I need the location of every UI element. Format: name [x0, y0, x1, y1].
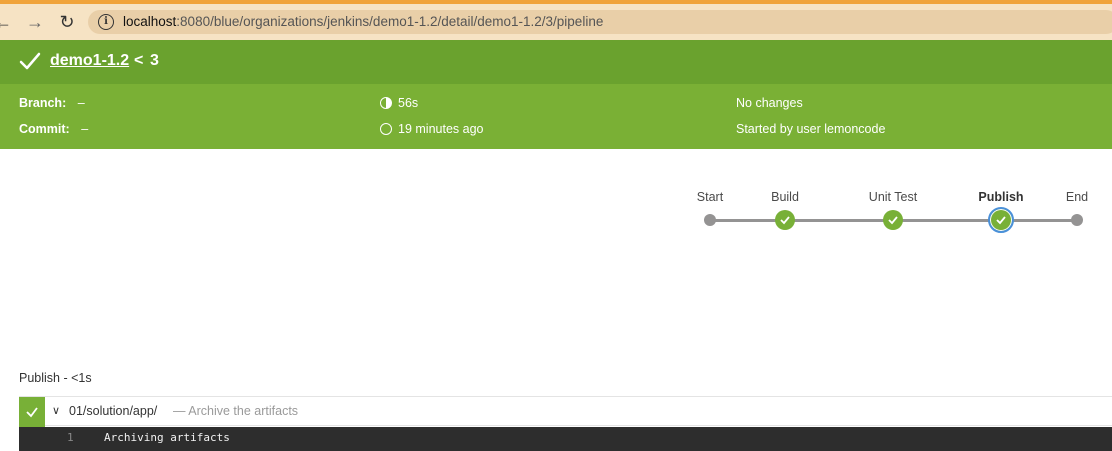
check-icon [996, 216, 1006, 225]
step-directory: 01/solution/app/ [69, 404, 158, 418]
check-icon [780, 216, 790, 225]
reload-icon[interactable]: ↻ [56, 10, 78, 34]
stage-label-build: Build [771, 190, 799, 204]
log-line-text: Archiving artifacts [104, 431, 230, 444]
duration-icon [380, 97, 392, 109]
publish-stage-node[interactable] [988, 207, 1014, 233]
log-output: 1 Archiving artifacts [19, 427, 1112, 451]
forward-icon[interactable]: → [24, 10, 46, 34]
stage-label-end: End [1065, 190, 1089, 204]
step-description: — Archive the artifacts [173, 404, 299, 418]
browser-toolbar: ← → ↻ i localhost:8080/blue/organization… [0, 4, 1112, 40]
branch-info: Branch: – [19, 96, 85, 110]
url-text: localhost:8080/blue/organizations/jenkin… [123, 14, 604, 29]
success-check-icon [19, 52, 41, 70]
chevron-down-icon[interactable]: ∨ [52, 404, 60, 417]
unit-test-stage-node[interactable] [883, 210, 903, 230]
start-node [704, 214, 716, 226]
run-header: demo1-1.2 < 3 [0, 40, 1112, 84]
commit-info: Commit: – [19, 122, 89, 136]
stage-label-start: Start [696, 190, 724, 204]
started-by-info: Started by user lemoncode [736, 122, 886, 136]
clock-icon [380, 123, 392, 135]
step-title: Publish - <1s [19, 371, 92, 385]
run-number: 3 [150, 52, 159, 69]
back-icon[interactable]: ← [0, 10, 14, 34]
time-info: 19 minutes ago [380, 122, 483, 136]
site-info-icon[interactable]: i [98, 14, 114, 30]
pipeline-name-link[interactable]: demo1-1.2 [50, 52, 129, 70]
stage-label-publish: Publish [978, 190, 1024, 204]
run-summary: Branch: – Commit: – 56s 19 minutes ago N… [0, 84, 1112, 149]
build-stage-node[interactable] [775, 210, 795, 230]
duration-info: 56s [380, 96, 418, 110]
step-row[interactable]: ∨ 01/solution/app/ — Archive the artifac… [19, 396, 1112, 427]
pipeline-graph: Start Build Unit Test Publish End [680, 180, 1112, 240]
breadcrumb-separator: < [134, 52, 144, 69]
log-line-number: 1 [67, 431, 74, 444]
check-icon [888, 216, 898, 225]
step-status [19, 397, 45, 427]
end-node [1071, 214, 1083, 226]
changes-info: No changes [736, 96, 803, 110]
check-icon [26, 407, 38, 418]
address-bar[interactable]: i localhost:8080/blue/organizations/jenk… [88, 10, 1112, 34]
stage-label-unit-test: Unit Test [868, 190, 918, 204]
